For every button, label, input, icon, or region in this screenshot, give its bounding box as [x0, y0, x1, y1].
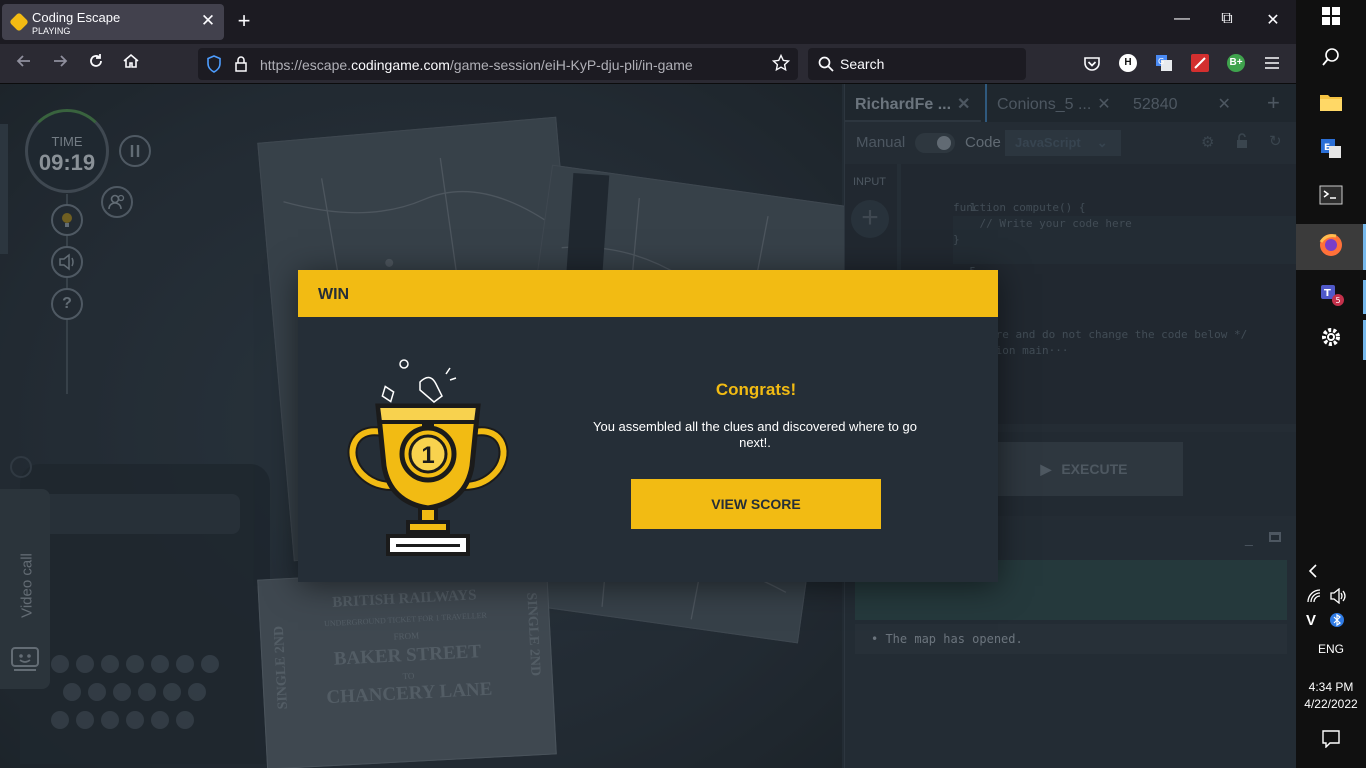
restore-button[interactable]: ⧉	[1212, 10, 1242, 28]
url-bar[interactable]: https://escape.codingame.com/game-sessio…	[198, 48, 798, 80]
windows-taskbar: E T5 V ENG 4:34 PM 4/22/2022	[1296, 0, 1366, 768]
search-icon[interactable]	[1316, 46, 1346, 76]
search-icon	[818, 56, 834, 77]
extension-bplus-icon[interactable]: B+	[1227, 54, 1245, 72]
show-hidden-icons-chevron-icon[interactable]	[1306, 562, 1320, 585]
minimize-button[interactable]: —	[1167, 10, 1197, 28]
congrats-message: You assembled all the clues and discover…	[592, 419, 917, 450]
terminal-icon[interactable]	[1316, 184, 1346, 214]
input-language[interactable]: ENG	[1296, 642, 1366, 656]
modal-header-title: WIN	[318, 286, 350, 303]
translate-extension-icon[interactable]: G	[1155, 54, 1173, 77]
game-area: BRITISH RAILWAYS UNDERGROUND TICKET FOR …	[0, 84, 1296, 768]
notifications-icon[interactable]	[1322, 730, 1340, 753]
back-arrow-icon[interactable]	[11, 52, 37, 76]
hamburger-menu-icon[interactable]	[1264, 55, 1280, 76]
clock-date[interactable]: 4/22/2022	[1296, 697, 1366, 711]
browser-tab-bar: Coding Escape PLAYING ✕ + — ⧉ ✕	[0, 0, 1296, 44]
lock-icon[interactable]	[234, 55, 248, 78]
trophy-number: 1	[421, 442, 434, 469]
close-window-button[interactable]: ✕	[1258, 10, 1288, 30]
codingame-favicon-icon	[9, 12, 29, 32]
volume-icon[interactable]	[1329, 587, 1347, 609]
firefox-icon[interactable]	[1316, 232, 1346, 262]
view-score-button[interactable]: VIEW SCORE	[631, 479, 881, 529]
browser-tab[interactable]: Coding Escape PLAYING ✕	[2, 4, 224, 40]
edge-dev-icon[interactable]: E	[1316, 137, 1346, 167]
red-extension-icon[interactable]	[1191, 54, 1209, 77]
trophy-icon: 1	[347, 359, 509, 556]
svg-text:G: G	[1158, 57, 1164, 66]
svg-text:E: E	[1324, 143, 1330, 153]
teams-badge-count: 5	[1335, 296, 1340, 305]
forward-arrow-icon[interactable]	[47, 52, 73, 76]
pocket-icon[interactable]	[1083, 55, 1101, 78]
wifi-icon[interactable]	[1306, 588, 1322, 609]
extension-h-icon[interactable]: H	[1119, 54, 1137, 72]
settings-gear-icon[interactable]	[1316, 326, 1346, 356]
congrats-title: Congrats!	[715, 380, 797, 399]
reload-icon[interactable]	[83, 52, 109, 76]
tab-subtitle: PLAYING	[32, 26, 71, 36]
win-modal: WIN 1 Congrats! You assembled all the cl…	[298, 270, 998, 582]
bookmark-star-icon[interactable]	[771, 53, 791, 77]
tracking-shield-icon[interactable]	[206, 55, 222, 78]
url-text: https://escape.codingame.com/game-sessio…	[260, 57, 693, 73]
bluetooth-icon[interactable]	[1330, 612, 1344, 633]
browser-nav-bar: https://escape.codingame.com/game-sessio…	[0, 44, 1296, 84]
vpn-v-icon[interactable]: V	[1306, 612, 1316, 629]
tab-close-button[interactable]: ✕	[198, 11, 218, 31]
file-explorer-icon[interactable]	[1316, 91, 1346, 121]
search-bar[interactable]: Search	[808, 48, 1026, 80]
search-placeholder: Search	[840, 56, 885, 72]
teams-icon[interactable]: T5	[1316, 280, 1346, 310]
windows-start-icon[interactable]	[1316, 5, 1346, 35]
svg-text:T: T	[1324, 288, 1331, 299]
modal-header: WIN	[298, 270, 998, 317]
home-icon[interactable]	[118, 52, 144, 76]
tab-title: Coding Escape	[32, 10, 121, 25]
new-tab-button[interactable]: +	[232, 8, 256, 34]
clock-time[interactable]: 4:34 PM	[1296, 680, 1366, 694]
